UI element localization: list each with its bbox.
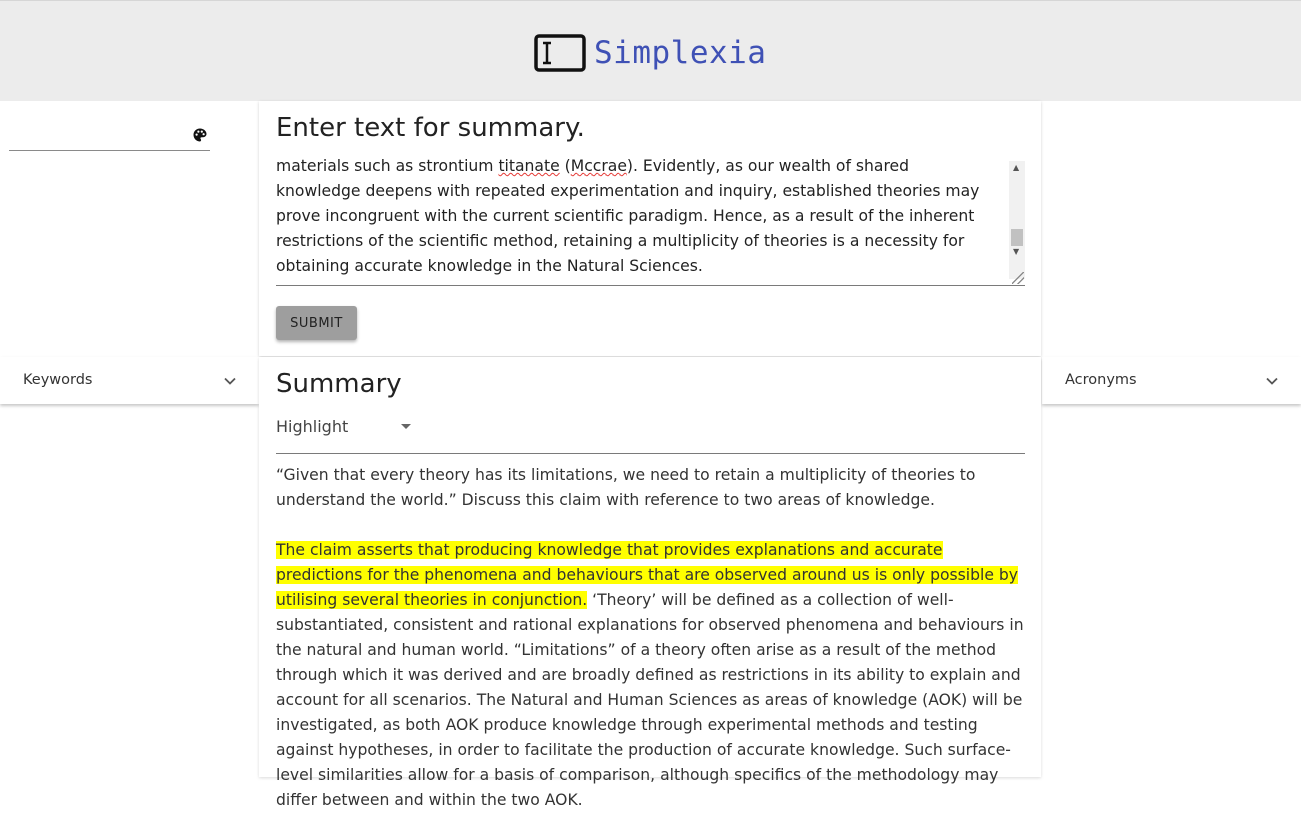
textarea-scrollbar[interactable]: ▲ ▼	[1009, 161, 1025, 279]
summary-paragraph-body: The claim asserts that producing knowled…	[276, 538, 1026, 813]
app-name: Simplexia	[594, 35, 767, 71]
chevron-down-icon[interactable]	[223, 374, 237, 388]
spellcheck-word-titanate[interactable]: titanate	[498, 159, 559, 175]
app-header: Simplexia	[0, 0, 1301, 101]
keywords-label: Keywords	[23, 372, 93, 388]
resize-handle-icon[interactable]	[1012, 272, 1024, 284]
search-input[interactable]	[9, 122, 193, 150]
palette-icon[interactable]	[193, 128, 207, 142]
search-field[interactable]	[9, 122, 210, 151]
summary-paragraph-prompt: “Given that every theory has its limitat…	[276, 466, 976, 509]
textarea-text-start: materials such as strontium	[276, 159, 499, 175]
scrollbar-thumb[interactable]	[1011, 229, 1023, 246]
acronyms-label: Acronyms	[1065, 372, 1137, 388]
textarea-text-rest: ). Evidently, as our wealth of shared kn…	[276, 159, 980, 275]
summary-text: “Given that every theory has its limitat…	[276, 463, 1026, 838]
text-cursor-icon	[534, 34, 586, 72]
summary-mode-value[interactable]: Highlight	[276, 417, 348, 436]
chevron-down-icon[interactable]	[1265, 374, 1279, 388]
summary-textarea[interactable]: materials such as strontium titanate (Mc…	[276, 159, 1025, 286]
input-card-title: Enter text for summary.	[276, 113, 585, 143]
scroll-down-icon[interactable]: ▼	[1013, 247, 1019, 256]
summary-title: Summary	[276, 369, 402, 399]
submit-button[interactable]: SUBMIT	[276, 306, 357, 340]
textarea-text-mid: (	[559, 159, 571, 175]
acronyms-panel[interactable]: Acronyms	[1042, 357, 1301, 404]
keywords-panel[interactable]: Keywords	[0, 357, 259, 404]
input-card: Enter text for summary. materials such a…	[259, 101, 1041, 356]
spellcheck-word-mccrae[interactable]: Mccrae	[571, 159, 627, 175]
textarea-content[interactable]: materials such as strontium titanate (Mc…	[276, 159, 998, 279]
dropdown-caret-icon[interactable]	[400, 423, 412, 431]
summary-card: Summary Highlight “Given that every theo…	[259, 357, 1041, 809]
scroll-up-icon[interactable]: ▲	[1013, 163, 1019, 172]
summary-mode-select[interactable]: Highlight	[276, 413, 1025, 454]
summary-body-rest: ‘Theory’ will be defined as a collection…	[276, 591, 1024, 809]
brand[interactable]: Simplexia	[534, 31, 766, 75]
